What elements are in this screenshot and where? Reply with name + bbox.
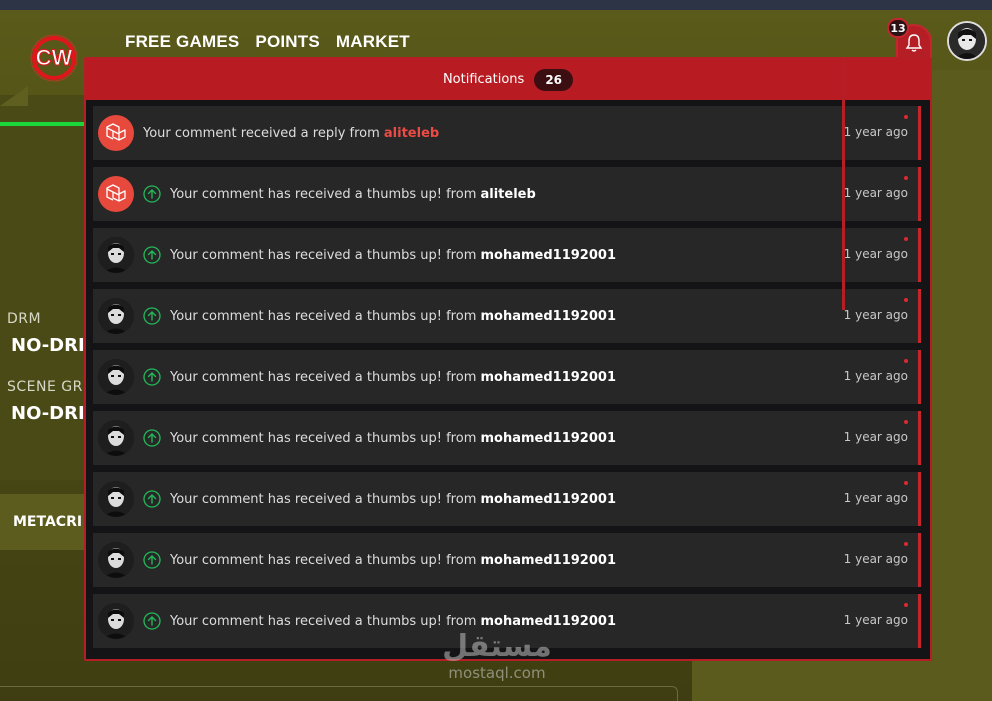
user-avatar-icon: [98, 542, 134, 578]
unread-dot: [904, 542, 908, 546]
notification-item[interactable]: Your comment has received a thumbs up! f…: [93, 472, 921, 526]
avatar-image: [949, 23, 985, 59]
thumbs-up-arrow-icon: [143, 185, 161, 203]
notification-username[interactable]: aliteleb: [384, 126, 439, 141]
unread-dot: [904, 176, 908, 180]
notifications-panel: Notifications 26 Your comment received a…: [84, 57, 932, 661]
notification-time: 1 year ago: [843, 186, 908, 200]
notification-username[interactable]: aliteleb: [481, 187, 536, 202]
logo-text: CW: [36, 45, 73, 70]
notification-username[interactable]: mohamed1192001: [481, 492, 617, 507]
notification-text: Your comment has received a thumbs up! f…: [170, 491, 481, 507]
browser-top-strip: [0, 0, 992, 10]
notifications-list: Your comment received a reply from alite…: [93, 106, 921, 655]
nav-market[interactable]: MARKET: [336, 32, 410, 52]
notification-text: Your comment received a reply from: [143, 125, 384, 141]
notification-item[interactable]: Your comment has received a thumbs up! f…: [93, 228, 921, 282]
user-avatar-icon: [98, 420, 134, 456]
notification-time: 1 year ago: [843, 491, 908, 505]
unread-dot: [904, 115, 908, 119]
notification-username[interactable]: mohamed1192001: [481, 614, 617, 629]
notification-username[interactable]: mohamed1192001: [481, 309, 617, 324]
notification-message: Your comment has received a thumbs up! f…: [170, 614, 616, 629]
notification-username[interactable]: mohamed1192001: [481, 431, 617, 446]
notification-time: 1 year ago: [843, 369, 908, 383]
notifications-count-badge: 26: [534, 68, 574, 91]
watermark-latin: mostaql.com: [448, 664, 546, 682]
scene-group-label: SCENE GR: [7, 379, 83, 395]
notification-text: Your comment has received a thumbs up! f…: [170, 430, 481, 446]
unread-dot: [904, 237, 908, 241]
watermark: مستقل mostaql.com: [432, 629, 562, 683]
notification-item[interactable]: Your comment has received a thumbs up! f…: [93, 350, 921, 404]
main-nav: FREE GAMES POINTS MARKET: [125, 32, 410, 52]
notification-text: Your comment has received a thumbs up! f…: [170, 552, 481, 568]
unread-dot: [904, 359, 908, 363]
progress-bar: [0, 122, 88, 126]
notification-item[interactable]: Your comment has received a thumbs up! f…: [93, 533, 921, 587]
unread-dot: [904, 481, 908, 485]
notification-message: Your comment has received a thumbs up! f…: [170, 248, 616, 263]
notification-message: Your comment has received a thumbs up! f…: [170, 187, 536, 202]
thumbs-up-arrow-icon: [143, 551, 161, 569]
thumbs-up-arrow-icon: [143, 246, 161, 264]
notification-message: Your comment received a reply from alite…: [143, 126, 439, 141]
thumbs-up-arrow-icon: [143, 612, 161, 630]
notifications-header: Notifications 26: [86, 59, 930, 100]
notifications-scrollbar[interactable]: [842, 60, 845, 310]
site-logo[interactable]: CW: [22, 34, 86, 82]
notification-text: Your comment has received a thumbs up! f…: [170, 186, 481, 202]
notification-time: 1 year ago: [843, 430, 908, 444]
notification-text: Your comment has received a thumbs up! f…: [170, 308, 481, 324]
unread-dot: [904, 298, 908, 302]
thumbs-up-arrow-icon: [143, 368, 161, 386]
notification-username[interactable]: mohamed1192001: [481, 553, 617, 568]
nav-points[interactable]: POINTS: [255, 32, 320, 52]
notification-time: 1 year ago: [843, 308, 908, 322]
notification-text: Your comment has received a thumbs up! f…: [170, 247, 481, 263]
notification-time: 1 year ago: [843, 552, 908, 566]
metacritic-label: METACRI: [13, 514, 83, 530]
background-decoration: [0, 86, 28, 106]
notification-item[interactable]: Your comment received a reply from alite…: [93, 106, 921, 160]
notification-text: Your comment has received a thumbs up! f…: [170, 613, 481, 629]
notification-text: Your comment has received a thumbs up! f…: [170, 369, 481, 385]
nav-free-games[interactable]: FREE GAMES: [125, 32, 239, 52]
notification-message: Your comment has received a thumbs up! f…: [170, 309, 616, 324]
drm-value: NO-DRI: [11, 335, 85, 356]
notification-item[interactable]: Your comment has received a thumbs up! f…: [93, 167, 921, 221]
bell-icon: [905, 34, 923, 52]
notification-message: Your comment has received a thumbs up! f…: [170, 553, 616, 568]
notification-item[interactable]: Your comment has received a thumbs up! f…: [93, 289, 921, 343]
content-box-outline: [0, 686, 678, 701]
unread-dot: [904, 603, 908, 607]
notifications-title: Notifications: [442, 72, 525, 87]
thumbs-up-arrow-icon: [143, 490, 161, 508]
notification-count-badge: 13: [887, 18, 909, 38]
notification-message: Your comment has received a thumbs up! f…: [170, 492, 616, 507]
user-avatar-icon: [98, 298, 134, 334]
notification-time: 1 year ago: [843, 613, 908, 627]
drm-label: DRM: [7, 311, 42, 327]
notification-username[interactable]: mohamed1192001: [481, 248, 617, 263]
notification-item[interactable]: Your comment has received a thumbs up! f…: [93, 411, 921, 465]
user-avatar[interactable]: [947, 21, 987, 61]
laravel-icon: [98, 176, 134, 212]
watermark-arabic: مستقل: [442, 629, 552, 664]
thumbs-up-arrow-icon: [143, 429, 161, 447]
notification-username[interactable]: mohamed1192001: [481, 370, 617, 385]
notification-time: 1 year ago: [843, 125, 908, 139]
laravel-icon: [98, 115, 134, 151]
thumbs-up-arrow-icon: [143, 307, 161, 325]
scene-group-value: NO-DRI: [11, 403, 85, 424]
user-avatar-icon: [98, 481, 134, 517]
user-avatar-icon: [98, 603, 134, 639]
notification-time: 1 year ago: [843, 247, 908, 261]
notification-message: Your comment has received a thumbs up! f…: [170, 370, 616, 385]
logo-icon: CW: [30, 34, 78, 82]
user-avatar-icon: [98, 237, 134, 273]
unread-dot: [904, 420, 908, 424]
user-avatar-icon: [98, 359, 134, 395]
notification-message: Your comment has received a thumbs up! f…: [170, 431, 616, 446]
